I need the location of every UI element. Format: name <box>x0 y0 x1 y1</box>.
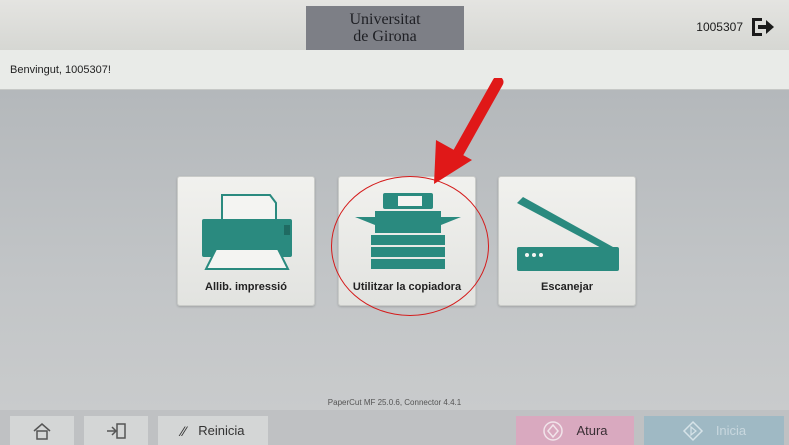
start-icon <box>682 420 703 441</box>
version-info: PaperCut MF 25.0.6, Connector 4.4.1 <box>327 398 462 407</box>
scanner-icon <box>517 197 619 271</box>
release-print-tile[interactable]: Allib. impressió <box>177 176 315 306</box>
printer-icon <box>202 194 292 270</box>
tile-label-scan: Escanejar <box>541 281 593 293</box>
welcome-bar: Benvingut, 1005307! <box>0 50 789 90</box>
logo-line-1: Universitat <box>349 11 421 28</box>
home-icon <box>33 422 51 440</box>
start-label: Inicia <box>715 423 747 438</box>
stop-button[interactable]: Atura <box>516 416 634 445</box>
main-area: Allib. impressió Utilitzar la copiadora … <box>0 78 789 410</box>
scan-tile[interactable]: Escanejar <box>498 176 636 306</box>
home-button[interactable] <box>10 416 74 445</box>
logout-icon[interactable] <box>751 16 775 38</box>
reset-button[interactable]: ⁄⁄ Reinicia <box>158 416 268 445</box>
university-logo: Universitat de Girona <box>306 6 464 50</box>
red-arrow-icon <box>434 78 504 184</box>
logo-line-2: de Girona <box>353 28 417 45</box>
start-button[interactable]: Inicia <box>644 416 784 445</box>
exit-icon <box>107 422 126 439</box>
exit-button[interactable] <box>84 416 148 445</box>
bottom-bar: ⁄⁄ Reinicia Atura Inicia <box>0 410 789 445</box>
highlight-circle <box>331 176 489 316</box>
stop-icon <box>543 420 564 441</box>
reset-icon: ⁄⁄ <box>181 422 187 439</box>
top-bar: Universitat de Girona 1005307 <box>0 0 789 50</box>
stop-label: Atura <box>576 423 608 438</box>
tile-label-print: Allib. impressió <box>205 281 287 293</box>
reset-label: Reinicia <box>198 423 245 438</box>
user-id: 1005307 <box>696 20 743 34</box>
welcome-message: Benvingut, 1005307! <box>10 64 111 76</box>
